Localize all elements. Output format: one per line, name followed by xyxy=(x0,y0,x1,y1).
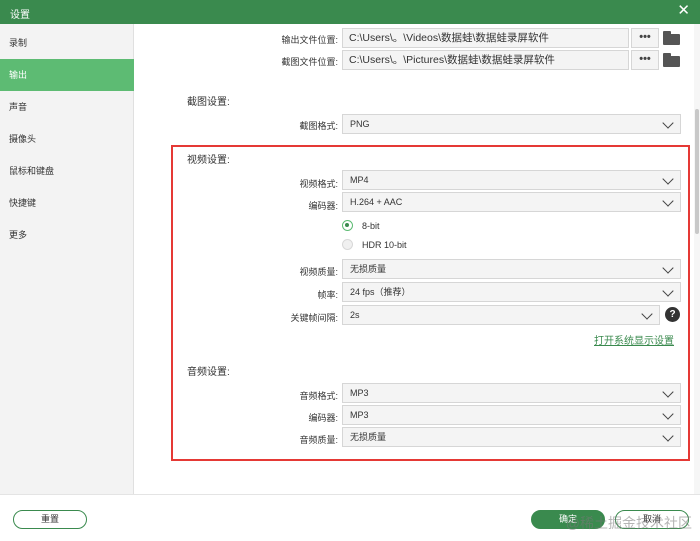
bit-depth-8bit-radio[interactable] xyxy=(342,220,353,231)
video-format-label: 视频格式: xyxy=(299,179,338,189)
audio-quality-value: 无损质量 xyxy=(350,432,387,442)
sidebar: 录制 输出 声音 摄像头 鼠标和键盘 快捷键 更多 xyxy=(0,24,134,494)
screenshot-format-select[interactable]: PNG xyxy=(342,114,681,134)
sidebar-item-output[interactable]: 输出 xyxy=(0,59,134,91)
bit-depth-8bit-label: 8-bit xyxy=(362,221,380,231)
screenshot-format-label: 截图格式: xyxy=(299,121,338,131)
window-title: 设置 xyxy=(10,10,30,21)
watermark: @稀土掘金技术社区 xyxy=(565,515,692,531)
reset-button[interactable]: 重置 xyxy=(13,510,87,529)
video-quality-label: 视频质量: xyxy=(299,267,338,277)
video-settings-title: 视频设置: xyxy=(187,155,230,166)
title-bar: 设置 ✕ xyxy=(0,0,700,24)
sidebar-item-more[interactable]: 更多 xyxy=(0,219,134,251)
frame-rate-label: 帧率: xyxy=(317,290,338,300)
sidebar-item-camera[interactable]: 摄像头 xyxy=(0,123,134,155)
bit-depth-hdr-radio[interactable] xyxy=(342,239,353,250)
video-quality-value: 无损质量 xyxy=(350,264,387,274)
close-icon[interactable]: ✕ xyxy=(677,3,690,19)
chevron-down-icon xyxy=(662,408,674,420)
video-format-select[interactable]: MP4 xyxy=(342,170,681,190)
chevron-down-icon xyxy=(662,430,674,442)
sidebar-item-hotkeys[interactable]: 快捷键 xyxy=(0,187,134,219)
frame-rate-value: 24 fps（推荐） xyxy=(350,287,411,297)
keyframe-interval-value: 2s xyxy=(350,310,360,320)
audio-settings-title: 音频设置: xyxy=(187,367,230,378)
chevron-down-icon xyxy=(662,117,674,129)
scrollbar[interactable] xyxy=(694,24,700,494)
chevron-down-icon xyxy=(662,285,674,297)
audio-quality-select[interactable]: 无损质量 xyxy=(342,427,681,447)
audio-quality-label: 音频质量: xyxy=(299,435,338,445)
open-display-settings-link[interactable]: 打开系统显示设置 xyxy=(594,332,674,347)
output-folder-field[interactable]: C:\Users\。\Videos\数据蛙\数据蛙录屏软件 xyxy=(342,28,629,48)
keyframe-interval-label: 关键帧间隔: xyxy=(290,313,338,323)
screenshot-folder-icon[interactable] xyxy=(663,53,681,67)
sidebar-item-record[interactable]: 录制 xyxy=(0,27,134,59)
screenshot-format-value: PNG xyxy=(350,119,370,129)
footer: 重置 确定 取消 @稀土掘金技术社区 xyxy=(0,494,700,541)
audio-encoder-label: 编码器: xyxy=(308,413,338,423)
sidebar-item-mouse-keyboard[interactable]: 鼠标和键盘 xyxy=(0,155,134,187)
help-icon[interactable]: ? xyxy=(665,307,680,322)
chevron-down-icon xyxy=(662,262,674,274)
output-folder-label: 输出文件位置: xyxy=(281,35,338,45)
screenshot-folder-label: 截图文件位置: xyxy=(281,57,338,67)
scrollbar-thumb[interactable] xyxy=(695,109,699,234)
video-encoder-label: 编码器: xyxy=(308,201,338,211)
audio-format-value: MP3 xyxy=(350,388,369,398)
chevron-down-icon xyxy=(641,308,653,320)
sidebar-item-sound[interactable]: 声音 xyxy=(0,91,134,123)
audio-format-label: 音频格式: xyxy=(299,391,338,401)
video-format-value: MP4 xyxy=(350,175,369,185)
bit-depth-hdr-label: HDR 10-bit xyxy=(362,240,407,250)
chevron-down-icon xyxy=(662,386,674,398)
video-encoder-value: H.264 + AAC xyxy=(350,197,403,207)
chevron-down-icon xyxy=(662,195,674,207)
chevron-down-icon xyxy=(662,173,674,185)
keyframe-interval-select[interactable]: 2s xyxy=(342,305,660,325)
frame-rate-select[interactable]: 24 fps（推荐） xyxy=(342,282,681,302)
video-encoder-select[interactable]: H.264 + AAC xyxy=(342,192,681,212)
audio-encoder-select[interactable]: MP3 xyxy=(342,405,681,425)
output-folder-icon[interactable] xyxy=(663,31,681,45)
screenshot-settings-title: 截图设置: xyxy=(187,97,230,108)
audio-format-select[interactable]: MP3 xyxy=(342,383,681,403)
output-folder-browse-button[interactable]: ••• xyxy=(631,28,659,48)
screenshot-folder-browse-button[interactable]: ••• xyxy=(631,50,659,70)
screenshot-folder-field[interactable]: C:\Users\。\Pictures\数据蛙\数据蛙录屏软件 xyxy=(342,50,629,70)
video-quality-select[interactable]: 无损质量 xyxy=(342,259,681,279)
audio-encoder-value: MP3 xyxy=(350,410,369,420)
